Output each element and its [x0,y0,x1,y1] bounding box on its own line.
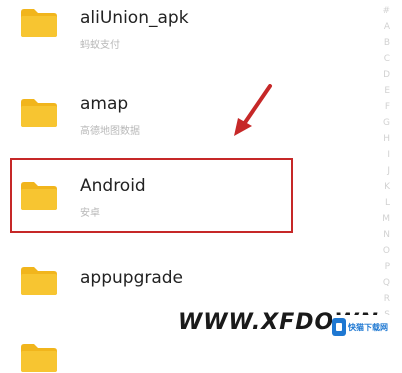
file-subtitle: 安卓 [80,208,100,219]
index-letter[interactable]: G [383,118,390,128]
file-name[interactable]: appupgrade [80,268,183,288]
alphabet-index[interactable]: #ABCDEFGHIJKLMNOPQRST [376,0,396,355]
index-letter[interactable]: L [385,198,390,208]
index-letter[interactable]: # [382,6,390,16]
index-letter[interactable]: D [383,70,390,80]
index-letter[interactable]: B [384,38,390,48]
file-name[interactable]: amap [80,94,128,114]
file-subtitle: 蚂蚁支付 [80,40,120,51]
folder-icon [21,99,57,127]
index-letter[interactable]: J [387,166,390,176]
file-name[interactable]: aliUnion_apk [80,8,189,28]
watermark-logo: 快猫下载网 [332,315,390,339]
index-letter[interactable]: R [384,294,390,304]
arrow-annotation-icon [234,84,272,136]
logo-icon [332,318,346,336]
index-letter[interactable]: F [385,102,390,112]
folder-icon [21,344,57,372]
index-letter[interactable]: N [383,230,390,240]
index-letter[interactable]: I [387,150,390,160]
folder-icon [21,9,57,37]
folder-icon [21,267,57,295]
index-letter[interactable]: M [382,214,390,224]
index-letter[interactable]: Q [383,278,390,288]
index-letter[interactable]: E [384,86,390,96]
logo-text: 快猫下载网 [348,322,388,332]
index-letter[interactable]: H [383,134,390,144]
index-letter[interactable]: A [384,22,390,32]
index-letter[interactable]: O [383,246,390,256]
file-name[interactable]: Android [80,176,146,196]
index-letter[interactable]: K [384,182,390,192]
index-letter[interactable]: C [384,54,390,64]
index-letter[interactable]: P [385,262,390,272]
folder-icon [21,182,57,210]
file-subtitle: 高德地图数据 [80,126,140,137]
